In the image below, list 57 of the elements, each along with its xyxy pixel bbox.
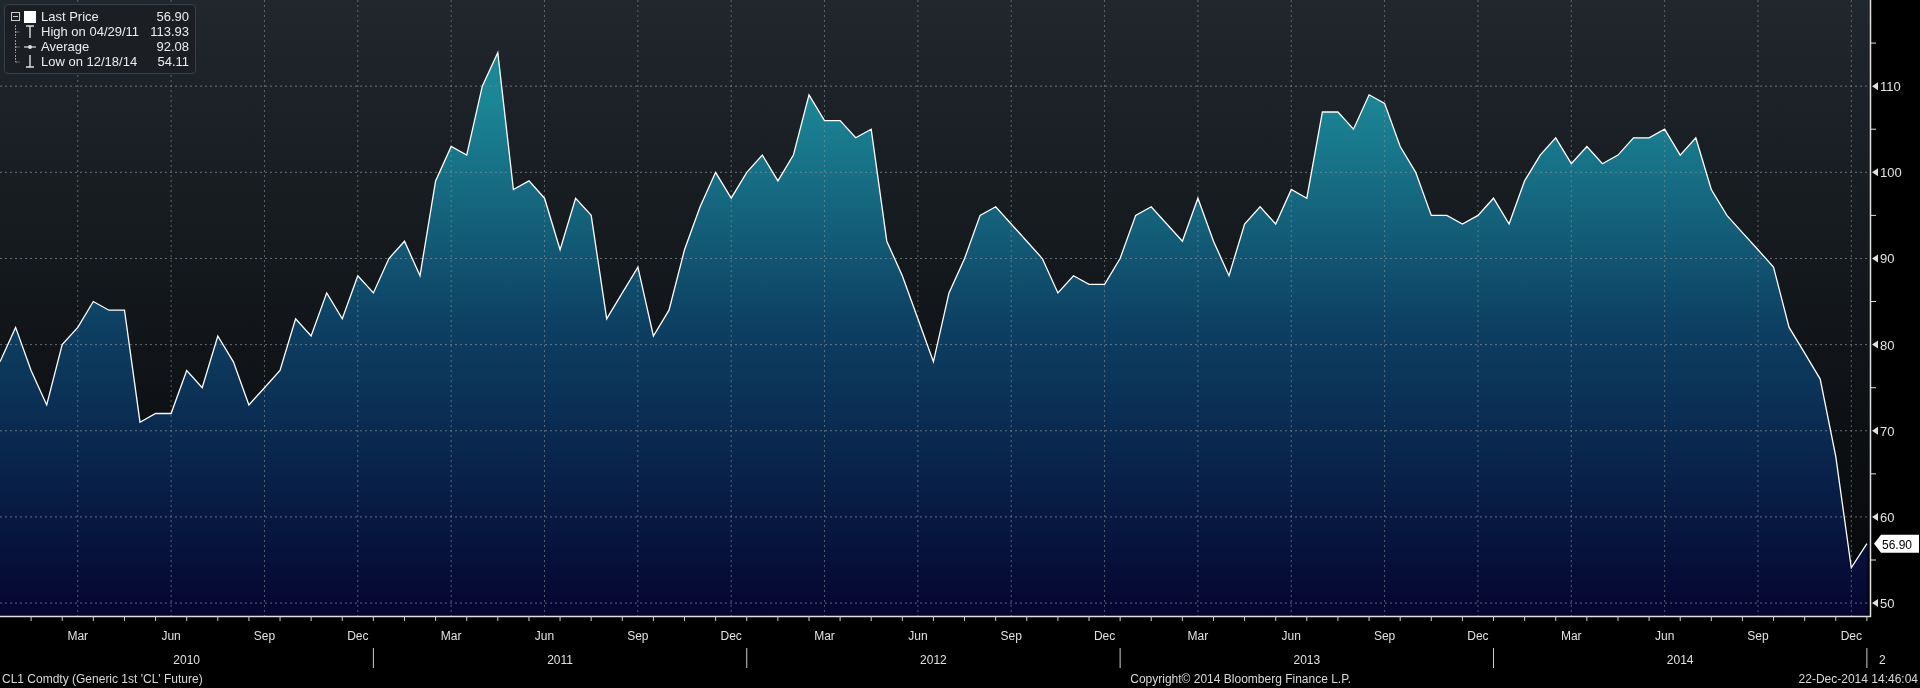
legend-label: High on 04/29/11 [41, 25, 140, 38]
square-marker-icon [24, 10, 36, 23]
collapse-icon[interactable] [11, 12, 20, 21]
tick-pointer-icon [1872, 599, 1878, 608]
y-tick-label: 110 [1880, 79, 1901, 95]
tick-pointer-icon [1872, 254, 1878, 263]
legend-value: 92.08 [156, 40, 189, 53]
x-tick-label: Sep [1373, 629, 1396, 643]
y-tick-label: 80 [1880, 337, 1895, 353]
x-tick-label: Sep [627, 629, 649, 643]
tick-pointer-icon [1872, 340, 1878, 349]
y-tick-label: 70 [1880, 423, 1895, 439]
x-tick-label: Jun [908, 629, 928, 643]
copyright-text: Copyright© 2014 Bloomberg Finance L.P. [1130, 673, 1351, 685]
y-tick-label: 90 [1880, 251, 1895, 267]
year-label: 2014 [1666, 653, 1694, 667]
last-price-marker: 56.90 [1874, 534, 1919, 553]
x-tick-label: Dec [1093, 629, 1116, 643]
x-tick-label: Dec [1840, 629, 1862, 643]
x-tick-label: Jun [1281, 629, 1301, 643]
legend-value: 54.11 [157, 55, 189, 68]
tick-pointer-icon [1872, 168, 1878, 177]
year-label: 2012 [920, 653, 947, 667]
x-tick-label: Mar [440, 629, 462, 643]
x-tick-label: Mar [814, 629, 835, 643]
x-tick-label: Dec [1467, 629, 1489, 643]
year-label: 2 [1878, 653, 1886, 667]
y-tick-label: 60 [1880, 509, 1895, 525]
high-marker-icon [25, 25, 35, 38]
security-name: CL1 Comdty (Generic 1st 'CL' Future) [2, 673, 203, 685]
x-tick-label: Mar [1560, 629, 1582, 643]
x-tick-label: Dec [720, 629, 742, 643]
x-tick-label: Jun [1654, 629, 1675, 643]
tick-pointer-icon [1872, 82, 1878, 91]
legend-label: Low on 12/18/14 [41, 55, 138, 68]
y-tick-label: 100 [1880, 165, 1902, 181]
x-tick-label: Mar [67, 629, 89, 643]
year-label: 2011 [547, 653, 573, 667]
x-tick-label: Sep [253, 629, 276, 643]
x-tick-label: Sep [1747, 629, 1769, 643]
low-marker-icon [25, 55, 35, 68]
timestamp: 22-Dec-2014 14:46:04 [1798, 673, 1918, 685]
tick-pointer-icon [1872, 426, 1878, 435]
legend-label: Average [41, 40, 90, 53]
legend-value: 113.93 [150, 25, 189, 38]
x-tick-label: Jun [534, 629, 555, 643]
x-tick-label: Jun [161, 629, 181, 643]
x-tick-label: Dec [347, 629, 369, 643]
tick-pointer-icon [1872, 512, 1878, 521]
x-tick-label: Mar [1187, 629, 1209, 643]
legend-value: 56.90 [156, 10, 189, 23]
average-marker-icon [24, 43, 36, 50]
x-tick-label: Sep [1000, 629, 1022, 643]
legend-label: Last Price [41, 10, 99, 23]
y-tick-label: 50 [1880, 596, 1895, 612]
year-label: 2013 [1293, 653, 1321, 667]
year-label: 2010 [173, 653, 201, 667]
